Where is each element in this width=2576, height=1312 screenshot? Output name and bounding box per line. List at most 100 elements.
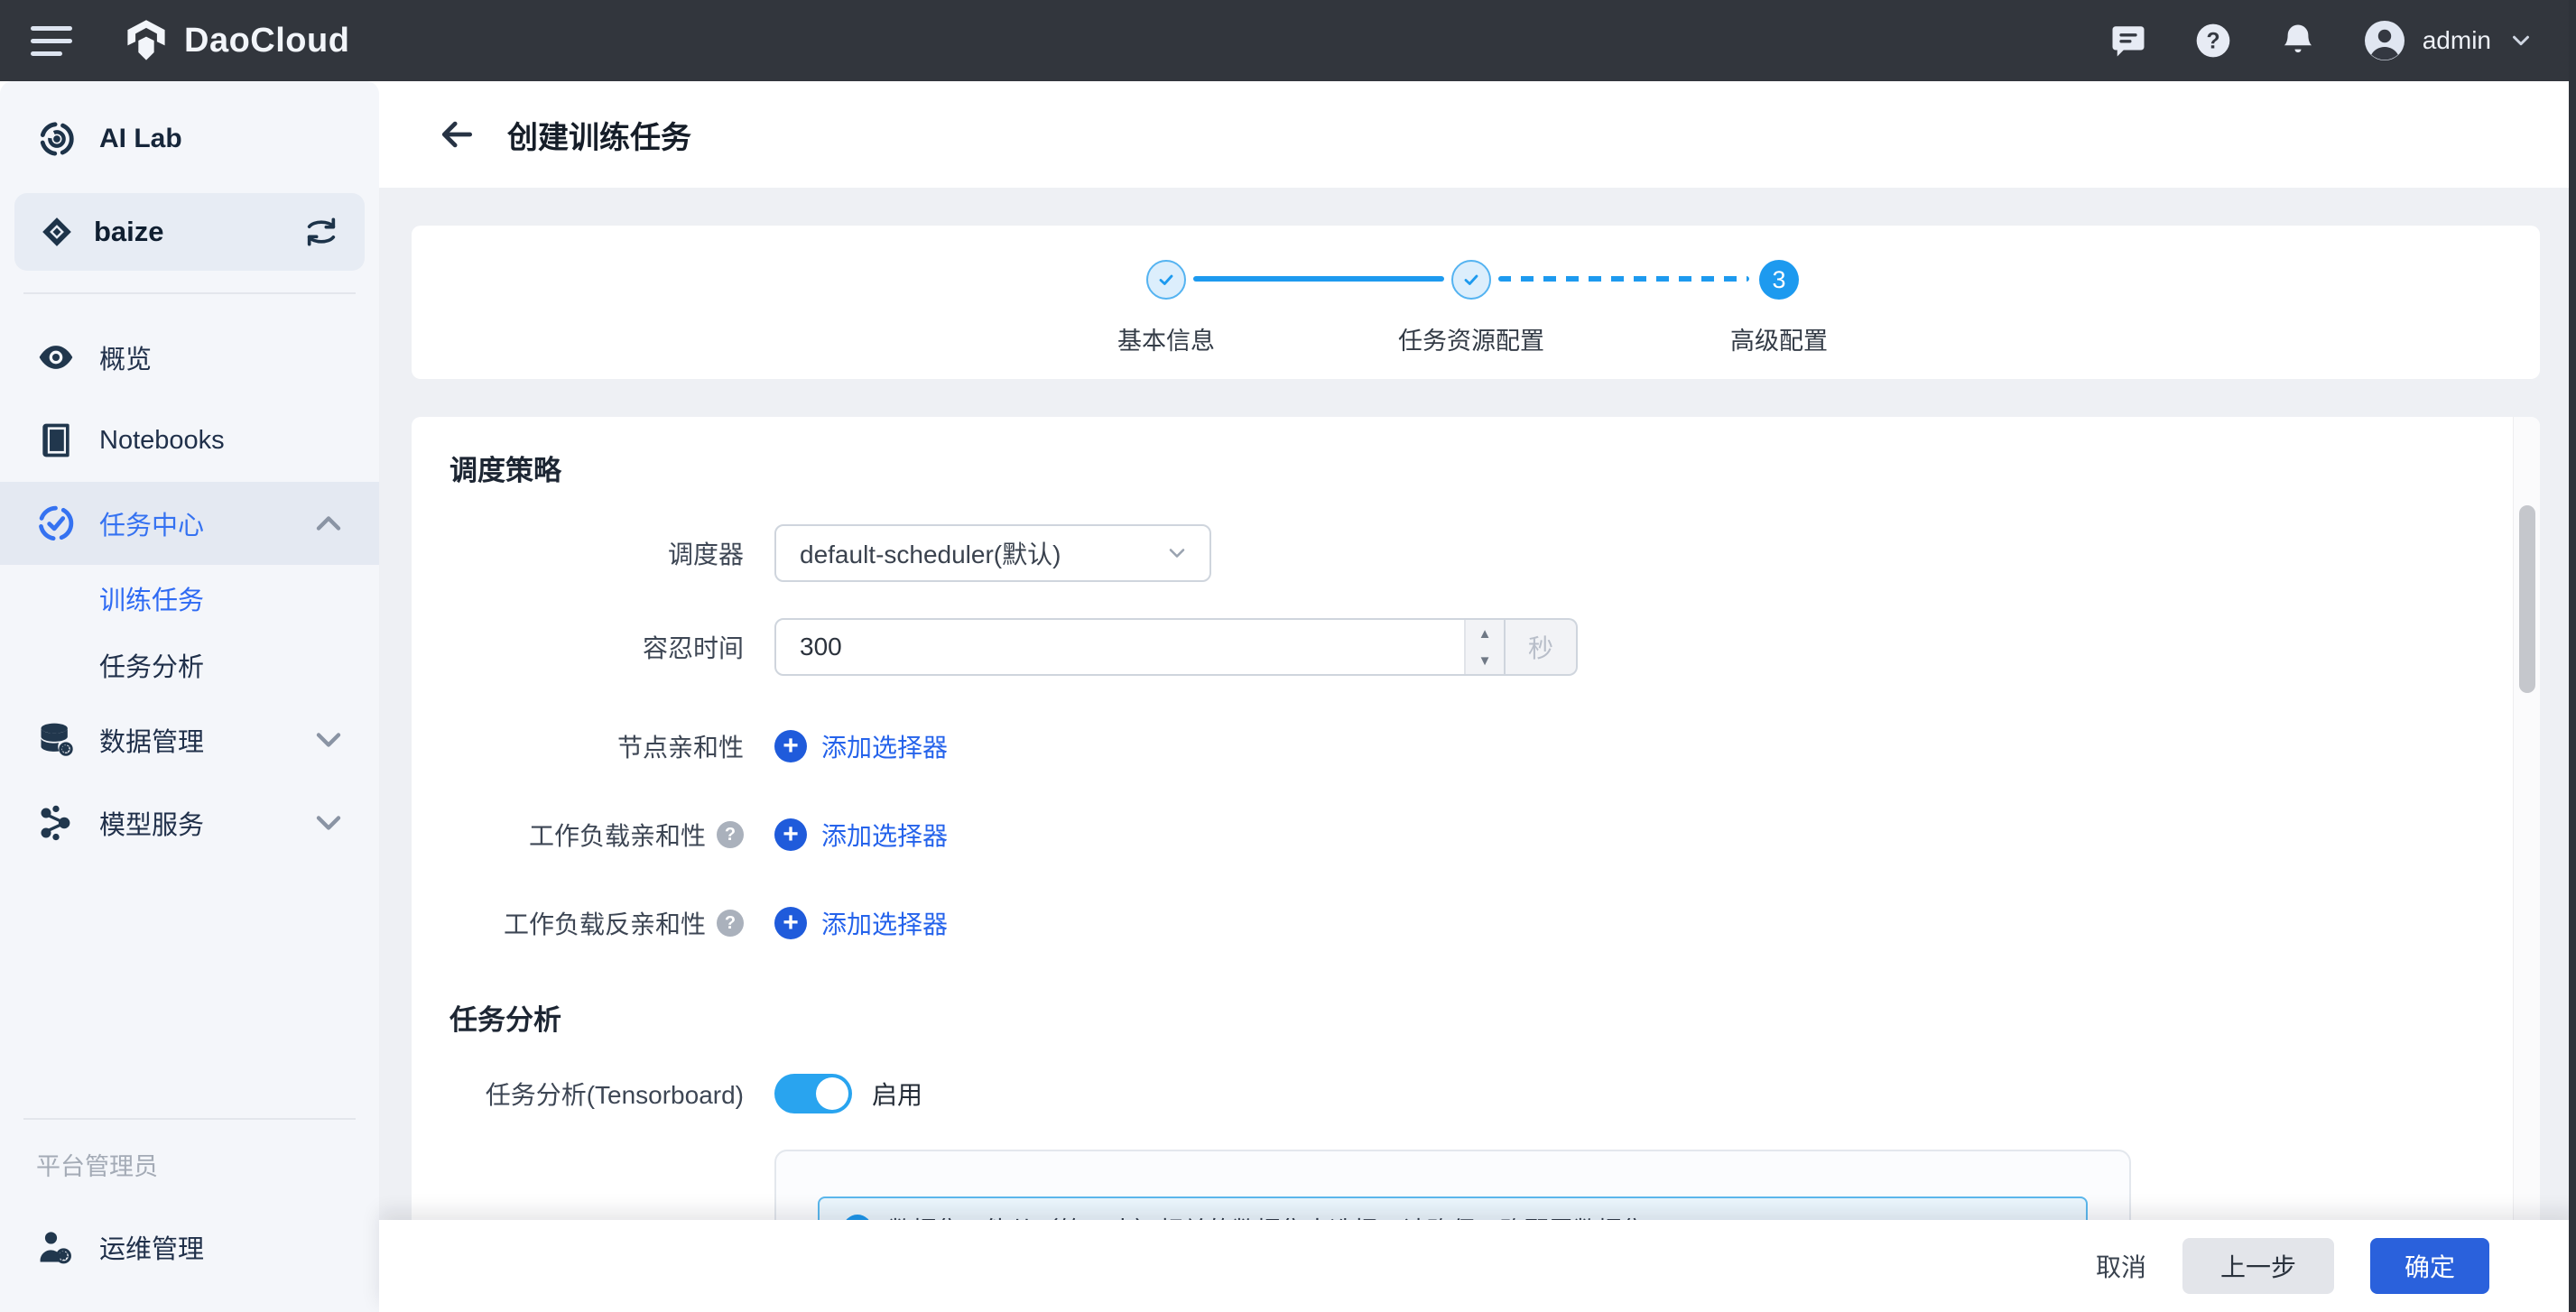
- add-selector-link: 添加选择器: [821, 905, 948, 941]
- cancel-button[interactable]: 取消: [2096, 1248, 2146, 1284]
- help-circle-icon[interactable]: ?: [717, 910, 744, 937]
- add-selector-link: 添加选择器: [821, 817, 948, 853]
- add-node-selector-button[interactable]: + 添加选择器: [774, 728, 948, 764]
- step-label: 基本信息: [1117, 321, 1215, 356]
- brand-name: DaoCloud: [184, 22, 349, 60]
- form-scrollbar-track[interactable]: [2513, 417, 2540, 1220]
- form-row-scheduler: 调度器 default-scheduler(默认): [449, 524, 2540, 582]
- hamburger-menu-icon[interactable]: [31, 26, 72, 56]
- form-card: 调度策略 调度器 default-scheduler(默认) 容忍时间: [412, 417, 2540, 1220]
- topbar-actions: ? admin: [2108, 19, 2534, 62]
- content: 基本信息 任务资源配置 3 高级配置 调度策略: [379, 188, 2576, 1220]
- scheduler-select[interactable]: default-scheduler(默认): [774, 524, 1211, 582]
- sidebar-nav: 概览 Notebooks 任务中心 训练任务: [0, 316, 379, 864]
- sidebar-item-label: Notebooks: [99, 426, 225, 456]
- sidebar-divider: [23, 292, 356, 294]
- workload-affinity-text: 工作负载亲和性: [529, 817, 706, 853]
- form-row-workload-affinity: 工作负载亲和性 ? + 添加选择器: [449, 817, 2540, 853]
- add-selector-link: 添加选择器: [821, 728, 948, 764]
- ai-lab-icon: [36, 118, 78, 160]
- scheduler-selected-value: default-scheduler(默认): [800, 535, 1061, 571]
- plus-circle-icon: +: [774, 730, 807, 762]
- scheduler-label: 调度器: [449, 535, 774, 571]
- app-window: DaoCloud ? admin: [0, 0, 2576, 1312]
- notifications-bell-icon[interactable]: [2278, 21, 2318, 60]
- form-scrollbar-thumb[interactable]: [2519, 505, 2535, 693]
- spinner-up-icon[interactable]: ▲: [1466, 620, 1504, 647]
- step-label: 任务资源配置: [1398, 321, 1544, 356]
- stepper-step-3[interactable]: 3 高级配置: [1626, 260, 1932, 356]
- sidebar: AI Lab baize 概览: [0, 81, 379, 1312]
- tensorboard-toggle[interactable]: [774, 1074, 852, 1113]
- user-menu[interactable]: admin: [2363, 19, 2534, 62]
- stepper-step-2[interactable]: 任务资源配置: [1318, 260, 1625, 356]
- workspace-name: baize: [94, 216, 164, 248]
- topbar: DaoCloud ? admin: [0, 0, 2576, 81]
- sidebar-bottom: 平台管理员 运维管理: [0, 1096, 379, 1312]
- sidebar-item-label: 模型服务: [99, 804, 204, 842]
- database-gear-icon: [36, 720, 76, 760]
- notebook-icon: [36, 420, 76, 460]
- product-header: AI Lab: [0, 110, 379, 168]
- sidebar-subitem-label: 训练任务: [99, 579, 204, 617]
- window-edge-scroll-strip[interactable]: [2569, 0, 2576, 1312]
- sidebar-divider: [23, 1118, 356, 1120]
- wizard-stepper: 基本信息 任务资源配置 3 高级配置: [412, 226, 2540, 379]
- sidebar-item-task-center[interactable]: 任务中心: [0, 482, 379, 565]
- form-row-workload-anti-affinity: 工作负载反亲和性 ? + 添加选择器: [449, 905, 2540, 941]
- sidebar-item-label: 运维管理: [99, 1228, 204, 1266]
- workload-anti-affinity-label: 工作负载反亲和性 ?: [449, 905, 774, 941]
- section-title-scheduling: 调度策略: [449, 448, 2540, 488]
- tensorboard-label: 任务分析(Tensorboard): [449, 1076, 774, 1112]
- previous-step-button[interactable]: 上一步: [2182, 1238, 2334, 1294]
- sidebar-item-notebooks[interactable]: Notebooks: [0, 399, 379, 482]
- sidebar-item-ops-management[interactable]: 运维管理: [0, 1206, 379, 1289]
- confirm-button[interactable]: 确定: [2370, 1238, 2489, 1294]
- chevron-up-icon: [309, 504, 348, 543]
- step-label: 高级配置: [1730, 321, 1828, 356]
- step-check-icon: [1146, 260, 1186, 300]
- section-title-analysis: 任务分析: [449, 997, 2540, 1038]
- sidebar-subitem-task-analysis[interactable]: 任务分析: [0, 632, 379, 698]
- toleration-input[interactable]: [776, 620, 1464, 674]
- sidebar-item-model-services[interactable]: 模型服务: [0, 781, 379, 864]
- number-spinner: ▲ ▼: [1464, 620, 1504, 674]
- sidebar-subitem-training-tasks[interactable]: 训练任务: [0, 565, 379, 632]
- workspace-selector[interactable]: baize: [14, 193, 365, 271]
- brand: DaoCloud: [123, 17, 349, 64]
- dataset-info-alert: i 数据集只能从（第 2 步）相关的数据集中选择，请确保正确配置数据集: [818, 1197, 2088, 1220]
- sidebar-item-label: 概览: [99, 338, 152, 376]
- wizard-footer: 取消 上一步 确定: [379, 1220, 2576, 1312]
- workload-affinity-label: 工作负载亲和性 ?: [449, 817, 774, 853]
- task-center-icon: [36, 504, 76, 543]
- avatar: [2363, 19, 2406, 62]
- step-check-icon: [1451, 260, 1491, 300]
- add-anti-workload-selector-button[interactable]: + 添加选择器: [774, 905, 948, 941]
- chevron-down-icon: [2507, 27, 2534, 54]
- back-arrow-icon[interactable]: [437, 115, 477, 154]
- sidebar-item-data-management[interactable]: 数据管理: [0, 698, 379, 781]
- eye-icon: [36, 337, 76, 377]
- toleration-input-wrap: ▲ ▼: [774, 618, 1506, 676]
- form-row-toleration: 容忍时间 ▲ ▼ 秒: [449, 618, 2540, 676]
- feedback-icon[interactable]: [2108, 21, 2148, 60]
- node-affinity-label: 节点亲和性: [449, 728, 774, 764]
- sidebar-item-label: 任务中心: [99, 504, 204, 542]
- svg-text:?: ?: [2206, 29, 2219, 53]
- switch-workspace-icon[interactable]: [303, 214, 339, 250]
- form-row-node-affinity: 节点亲和性 + 添加选择器: [449, 728, 2540, 764]
- model-services-icon: [36, 803, 76, 843]
- sidebar-item-overview[interactable]: 概览: [0, 316, 379, 399]
- spinner-down-icon[interactable]: ▼: [1466, 647, 1504, 674]
- form-row-tensorboard: 任务分析(Tensorboard) 启用: [449, 1074, 2540, 1113]
- daocloud-logo-icon: [123, 17, 170, 64]
- toleration-unit: 秒: [1506, 618, 1578, 676]
- chevron-down-icon: [1164, 541, 1190, 566]
- help-icon[interactable]: ?: [2193, 21, 2233, 60]
- stepper-step-1[interactable]: 基本信息: [1013, 260, 1320, 356]
- plus-circle-icon: +: [774, 818, 807, 851]
- page-title: 创建训练任务: [507, 113, 691, 157]
- help-circle-icon[interactable]: ?: [717, 821, 744, 848]
- workspace-logo-icon: [40, 215, 74, 249]
- add-workload-selector-button[interactable]: + 添加选择器: [774, 817, 948, 853]
